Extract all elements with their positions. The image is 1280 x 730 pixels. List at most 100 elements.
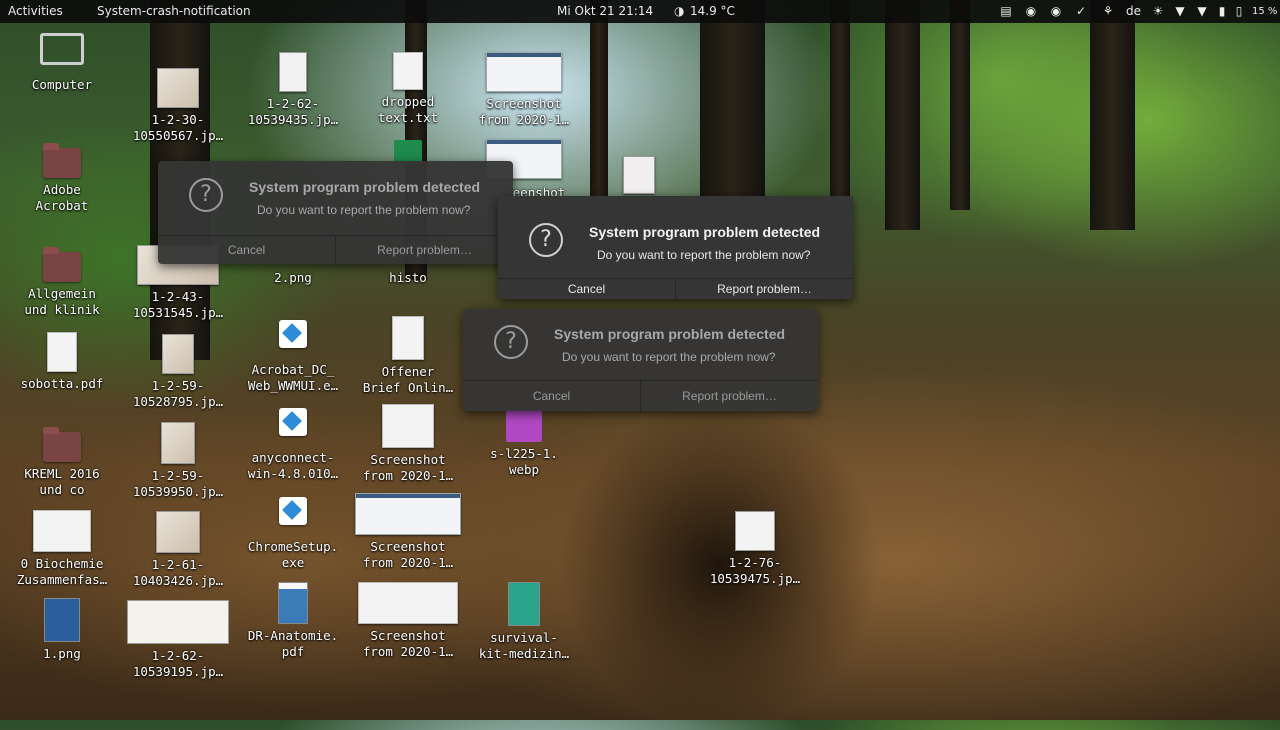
cancel-button[interactable]: Cancel	[498, 279, 675, 299]
desktop-icon-allgemein[interactable]: Allgemein und klinik	[7, 247, 117, 318]
icon-label: 1-2-62- 10539435.jp…	[247, 96, 339, 127]
desktop-icon-dropped-text[interactable]: dropped text.txt	[353, 52, 463, 126]
microphone-icon[interactable]: ▮	[1215, 4, 1229, 18]
icon-label: KREML 2016 und co	[24, 466, 100, 497]
desktop-icon-image[interactable]: 1-2-59- 10539950.jp…	[123, 422, 233, 500]
desktop-icon-image[interactable]: 1-2-30- 10550567.jp…	[123, 68, 233, 144]
tree-trunk	[885, 0, 920, 230]
desktop-icon-sobotta[interactable]: sobotta.pdf	[7, 332, 117, 392]
desktop-icon-screenshot[interactable]: Screenshot from 2020-1…	[353, 582, 463, 660]
image-thumbnail	[162, 334, 194, 374]
desktop-icon-survival-kit[interactable]: survival- kit-medizin…	[469, 582, 579, 662]
package-icon	[279, 408, 307, 436]
desktop-icon-image[interactable]	[584, 156, 694, 194]
crash-report-dialog[interactable]: ? System program problem detected Do you…	[463, 309, 818, 411]
icon-label: 1-2-43- 10531545.jp…	[132, 289, 224, 320]
dialog-title: System program problem detected	[554, 326, 786, 342]
question-icon: ?	[189, 178, 223, 212]
camera-icon[interactable]: ◉	[1024, 4, 1038, 18]
desktop-icon-kreml[interactable]: KREML 2016 und co	[7, 427, 117, 498]
document-thumbnail	[392, 316, 424, 360]
icon-label: 1-2-59- 10539950.jp…	[132, 468, 224, 499]
clock[interactable]: Mi Okt 21 21:14	[557, 4, 653, 18]
screenshot-icon[interactable]: ◉	[1049, 4, 1063, 18]
dialog-button-row: Cancel Report problem…	[498, 278, 853, 299]
pdf-thumbnail	[278, 582, 308, 624]
icon-label: histo	[389, 270, 427, 285]
battery-percentage[interactable]: 15 %	[1252, 6, 1277, 17]
icon-label: 1-2-59- 10528795.jp…	[132, 378, 224, 409]
checkmark-icon[interactable]: ✓	[1074, 4, 1088, 18]
desktop-icon-dr-anatomie[interactable]: DR-Anatomie. pdf	[238, 582, 348, 660]
icon-label: Computer	[31, 77, 93, 92]
battery-icon[interactable]: ▯	[1235, 4, 1243, 18]
desktop-icon-image[interactable]: 1-2-62- 10539435.jp…	[238, 52, 348, 128]
desktop-icon-image[interactable]: 1-2-62- 10539195.jp…	[123, 600, 233, 680]
screenshot-thumbnail	[358, 582, 458, 624]
desktop-icon-webp[interactable]: s-l225-1. webp	[469, 410, 579, 478]
desktop-icon-computer[interactable]: Computer	[7, 33, 117, 93]
screenshot-thumbnail	[355, 493, 461, 535]
document-thumbnail	[33, 510, 91, 552]
clipboard-icon[interactable]: ▤	[999, 4, 1013, 18]
icon-label: anyconnect- win-4.8.010…	[247, 450, 339, 481]
cancel-button[interactable]: Cancel	[158, 236, 335, 264]
icon-label: 1.png	[43, 646, 81, 661]
icon-label: 1-2-61- 10403426.jp…	[132, 557, 224, 588]
icon-label: survival- kit-medizin…	[478, 630, 570, 661]
accessibility-icon[interactable]: ⚘	[1101, 4, 1115, 18]
text-file-icon	[393, 52, 423, 90]
question-icon: ?	[529, 223, 563, 257]
image-thumbnail	[157, 68, 199, 108]
weather-icon[interactable]: ◑	[674, 4, 684, 18]
desktop-icon-screenshot[interactable]: Screenshot from 2020-1…	[469, 52, 579, 128]
dialog-button-row: Cancel Report problem…	[463, 380, 818, 411]
tree-trunk	[1090, 0, 1135, 230]
desktop-icon-biochemie[interactable]: 0 Biochemie Zusammenfas…	[7, 510, 117, 588]
crash-report-dialog[interactable]: ? System program problem detected Do you…	[498, 196, 853, 299]
icon-label: Screenshot from 2020-1…	[362, 628, 454, 659]
volume-icon[interactable]: ▼	[1195, 4, 1209, 18]
report-problem-button[interactable]: Report problem…	[675, 279, 853, 299]
folder-icon	[43, 143, 81, 178]
desktop-icon-screenshot[interactable]: Screenshot from 2020-1…	[353, 493, 463, 571]
question-icon: ?	[494, 325, 528, 359]
desktop-icon-screenshot[interactable]: Screenshot from 2020-1…	[353, 404, 463, 484]
wifi-icon[interactable]: ▼	[1173, 4, 1187, 18]
icon-label: 1-2-30- 10550567.jp…	[132, 112, 224, 143]
app-menu[interactable]: System-crash-notification	[97, 4, 251, 18]
package-icon	[279, 497, 307, 525]
desktop-icon-1-png[interactable]: 1.png	[7, 598, 117, 662]
icon-label: DR-Anatomie. pdf	[247, 628, 339, 659]
desktop-icon-acrobat-installer[interactable]: Acrobat_DC_ Web_WWMUI.e…	[238, 320, 348, 394]
dialog-message: Do you want to report the problem now?	[257, 203, 471, 217]
activities-button[interactable]: Activities	[8, 4, 63, 18]
cancel-button[interactable]: Cancel	[463, 381, 640, 411]
folder-icon	[43, 427, 81, 462]
crash-report-dialog[interactable]: ? System program problem detected Do you…	[158, 161, 513, 264]
pdf-thumbnail	[508, 582, 540, 626]
tree-trunk	[950, 0, 970, 210]
report-problem-button[interactable]: Report problem…	[640, 381, 818, 411]
desktop-icon-anyconnect[interactable]: anyconnect- win-4.8.010…	[238, 408, 348, 482]
desktop-icon-image[interactable]: 1-2-61- 10403426.jp…	[123, 511, 233, 589]
icon-label: 1-2-76- 10539475.jp…	[709, 555, 801, 586]
image-thumbnail	[279, 52, 307, 92]
dialog-title: System program problem detected	[249, 179, 481, 195]
desktop-icon-chromesetup[interactable]: ChromeSetup. exe	[238, 497, 348, 571]
weather-temperature[interactable]: 14.9 °C	[690, 4, 735, 18]
desktop-icon-adobe-acrobat[interactable]: Adobe Acrobat	[7, 143, 117, 214]
pdf-thumbnail	[47, 332, 77, 372]
screenshot-thumbnail	[382, 404, 434, 448]
night-light-icon[interactable]: ☀	[1151, 4, 1165, 18]
package-icon	[279, 320, 307, 348]
icon-label: Offener Brief Onlin…	[362, 364, 454, 395]
keyboard-layout[interactable]: de	[1126, 4, 1141, 18]
report-problem-button[interactable]: Report problem…	[335, 236, 513, 264]
folder-icon	[43, 247, 81, 282]
icon-label: sobotta.pdf	[20, 376, 104, 391]
desktop-icon-image[interactable]: 1-2-59- 10528795.jp…	[123, 334, 233, 410]
desktop-icon-image[interactable]: 1-2-76- 10539475.jp…	[700, 511, 810, 587]
desktop-icon-offener-brief[interactable]: Offener Brief Onlin…	[353, 316, 463, 396]
icon-label: 1-2-62- 10539195.jp…	[132, 648, 224, 679]
